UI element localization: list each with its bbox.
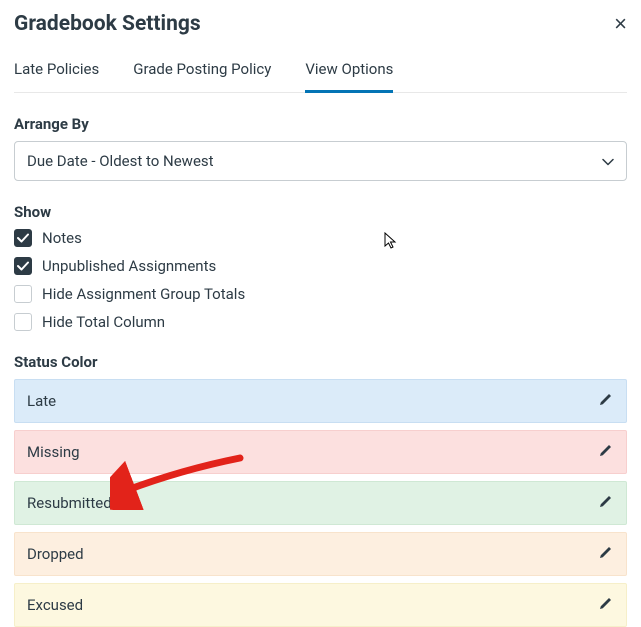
pencil-icon xyxy=(598,391,614,411)
status-excused-label: Excused xyxy=(27,596,83,614)
status-resubmitted-row[interactable]: Resubmitted xyxy=(14,481,627,525)
show-hide-group-totals-row: Hide Assignment Group Totals xyxy=(14,285,627,303)
show-hide-total-label: Hide Total Column xyxy=(42,313,165,331)
status-late-row[interactable]: Late xyxy=(14,379,627,423)
show-hide-total-row: Hide Total Column xyxy=(14,313,627,331)
pencil-icon xyxy=(598,595,614,615)
show-unpublished-label: Unpublished Assignments xyxy=(42,257,216,275)
status-missing-label: Missing xyxy=(27,443,80,461)
tab-view-options[interactable]: View Options xyxy=(305,54,393,92)
pencil-icon xyxy=(598,493,614,513)
status-color-section: Status Color Late Missing Resubmitted xyxy=(14,353,627,627)
close-button[interactable]: × xyxy=(614,13,627,35)
show-section: Show Notes Unpublished Assignments Hide … xyxy=(14,203,627,331)
show-unpublished-checkbox[interactable] xyxy=(14,257,32,275)
arrange-section: Arrange By Due Date - Oldest to Newest xyxy=(14,115,627,181)
status-late-label: Late xyxy=(27,392,56,410)
show-notes-checkbox[interactable] xyxy=(14,229,32,247)
show-notes-row: Notes xyxy=(14,229,627,247)
arrange-select[interactable]: Due Date - Oldest to Newest xyxy=(14,141,627,181)
show-unpublished-row: Unpublished Assignments xyxy=(14,257,627,275)
status-dropped-row[interactable]: Dropped xyxy=(14,532,627,576)
tab-grade-posting-policy[interactable]: Grade Posting Policy xyxy=(133,54,271,92)
tabs: Late Policies Grade Posting Policy View … xyxy=(14,54,627,93)
tab-late-policies[interactable]: Late Policies xyxy=(14,54,99,92)
pencil-icon xyxy=(598,544,614,564)
arrange-label: Arrange By xyxy=(14,115,627,133)
modal-title: Gradebook Settings xyxy=(14,12,201,36)
status-missing-row[interactable]: Missing xyxy=(14,430,627,474)
status-dropped-label: Dropped xyxy=(27,545,84,563)
show-label: Show xyxy=(14,203,627,221)
status-resubmitted-label: Resubmitted xyxy=(27,494,112,512)
show-hide-total-checkbox[interactable] xyxy=(14,313,32,331)
modal-header: Gradebook Settings × xyxy=(14,0,627,54)
show-hide-group-totals-checkbox[interactable] xyxy=(14,285,32,303)
status-color-label: Status Color xyxy=(14,353,627,371)
status-color-list: Late Missing Resubmitted Dropped xyxy=(14,379,627,627)
arrange-value: Due Date - Oldest to Newest xyxy=(27,152,214,170)
gradebook-settings-modal: Gradebook Settings × Late Policies Grade… xyxy=(0,0,641,627)
show-hide-group-totals-label: Hide Assignment Group Totals xyxy=(42,285,245,303)
show-notes-label: Notes xyxy=(42,229,82,247)
pencil-icon xyxy=(598,442,614,462)
chevron-down-icon xyxy=(602,152,614,170)
status-excused-row[interactable]: Excused xyxy=(14,583,627,627)
